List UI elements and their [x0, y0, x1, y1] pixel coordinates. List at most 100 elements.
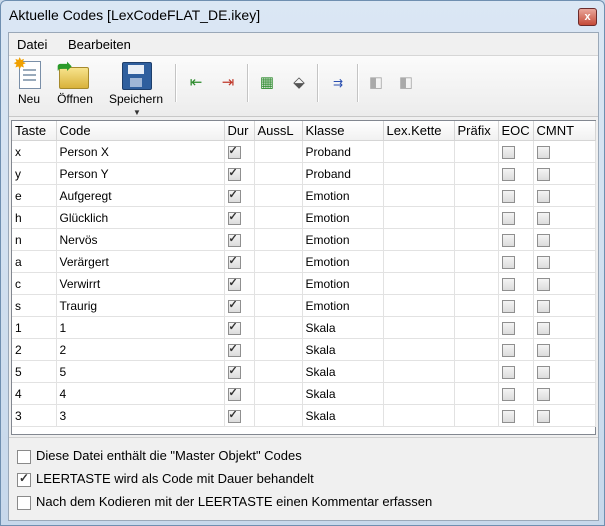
dur-checkbox[interactable]: [227, 166, 241, 181]
cell-cmnt[interactable]: [533, 272, 596, 295]
eraser-icon[interactable]: ⬙: [288, 72, 310, 94]
cell-taste[interactable]: e: [12, 184, 57, 207]
cmnt-checkbox[interactable]: [536, 255, 550, 269]
menu-datei[interactable]: Datei: [17, 37, 47, 52]
cell-code[interactable]: Glücklich: [56, 206, 225, 229]
eoc-checkbox[interactable]: [501, 299, 515, 313]
cell-taste[interactable]: c: [12, 272, 57, 295]
cell-cmnt[interactable]: [533, 184, 596, 207]
cell-cmnt[interactable]: [533, 338, 596, 361]
dur-checkbox[interactable]: [227, 276, 241, 291]
col-header-cmnt[interactable]: CMNT: [533, 121, 596, 141]
cell-eoc[interactable]: [498, 404, 534, 427]
cell-taste[interactable]: x: [12, 140, 57, 163]
cmnt-checkbox[interactable]: [536, 299, 550, 313]
cell-lexkette[interactable]: [383, 228, 455, 251]
dur-checkbox[interactable]: [227, 320, 241, 335]
col-header-lexkette[interactable]: Lex.Kette: [383, 121, 455, 141]
cell-dur[interactable]: [224, 404, 255, 427]
delete-row-icon[interactable]: ⇥: [217, 72, 239, 94]
cell-code[interactable]: Verwirrt: [56, 272, 225, 295]
eoc-checkbox[interactable]: [501, 387, 515, 401]
save-button[interactable]: Speichern ▼: [106, 58, 166, 117]
table-row[interactable]: 44 Skala: [12, 382, 596, 405]
cell-cmnt[interactable]: [533, 360, 596, 383]
cell-lexkette[interactable]: [383, 404, 455, 427]
cell-praefix[interactable]: [454, 250, 499, 273]
cell-eoc[interactable]: [498, 360, 534, 383]
cell-dur[interactable]: [224, 316, 255, 339]
cell-klasse[interactable]: Skala: [302, 360, 384, 383]
cell-praefix[interactable]: [454, 162, 499, 185]
table-row[interactable]: xPerson X Proband: [12, 140, 596, 163]
eoc-checkbox[interactable]: [501, 145, 515, 159]
cell-taste[interactable]: y: [12, 162, 57, 185]
cell-lexkette[interactable]: [383, 294, 455, 317]
cmnt-checkbox[interactable]: [536, 321, 550, 335]
dur-checkbox[interactable]: [227, 254, 241, 269]
dur-checkbox[interactable]: [227, 408, 241, 423]
cell-praefix[interactable]: [454, 184, 499, 207]
dur-checkbox[interactable]: [227, 342, 241, 357]
eoc-checkbox[interactable]: [501, 277, 515, 291]
cell-eoc[interactable]: [498, 338, 534, 361]
cmnt-checkbox[interactable]: [536, 211, 550, 225]
table-row[interactable]: hGlücklich Emotion: [12, 206, 596, 229]
cell-taste[interactable]: 3: [12, 404, 57, 427]
eoc-checkbox[interactable]: [501, 233, 515, 247]
cell-eoc[interactable]: [498, 228, 534, 251]
eoc-checkbox[interactable]: [501, 321, 515, 335]
cmnt-checkbox[interactable]: [536, 167, 550, 181]
cmnt-checkbox[interactable]: [536, 387, 550, 401]
cell-aussl[interactable]: [254, 360, 303, 383]
eoc-checkbox[interactable]: [501, 365, 515, 379]
cell-klasse[interactable]: Skala: [302, 316, 384, 339]
cell-aussl[interactable]: [254, 316, 303, 339]
cell-eoc[interactable]: [498, 382, 534, 405]
cmnt-checkbox[interactable]: [536, 189, 550, 203]
column-arrows-icon[interactable]: ⇉: [327, 72, 349, 94]
cell-dur[interactable]: [224, 294, 255, 317]
table-row[interactable]: 22 Skala: [12, 338, 596, 361]
dur-checkbox[interactable]: [227, 386, 241, 401]
cell-eoc[interactable]: [498, 250, 534, 273]
cell-praefix[interactable]: [454, 140, 499, 163]
cmnt-checkbox[interactable]: [536, 145, 550, 159]
cell-klasse[interactable]: Emotion: [302, 184, 384, 207]
table-row[interactable]: nNervös Emotion: [12, 228, 596, 251]
cell-lexkette[interactable]: [383, 140, 455, 163]
cell-cmnt[interactable]: [533, 294, 596, 317]
space-comment-option[interactable]: Nach dem Kodieren mit der LEERTASTE eine…: [17, 494, 432, 510]
cell-dur[interactable]: [224, 360, 255, 383]
cell-lexkette[interactable]: [383, 206, 455, 229]
cmnt-checkbox[interactable]: [536, 409, 550, 423]
space-duration-checkbox[interactable]: [17, 471, 31, 487]
cell-taste[interactable]: 2: [12, 338, 57, 361]
cell-eoc[interactable]: [498, 162, 534, 185]
cell-aussl[interactable]: [254, 228, 303, 251]
cell-aussl[interactable]: [254, 382, 303, 405]
cell-cmnt[interactable]: [533, 140, 596, 163]
cell-praefix[interactable]: [454, 338, 499, 361]
cell-lexkette[interactable]: [383, 250, 455, 273]
cell-eoc[interactable]: [498, 316, 534, 339]
cell-dur[interactable]: [224, 338, 255, 361]
cmnt-checkbox[interactable]: [536, 365, 550, 379]
cell-dur[interactable]: [224, 250, 255, 273]
eoc-checkbox[interactable]: [501, 189, 515, 203]
eoc-checkbox[interactable]: [501, 343, 515, 357]
cell-eoc[interactable]: [498, 140, 534, 163]
cell-praefix[interactable]: [454, 360, 499, 383]
table-row[interactable]: 11 Skala: [12, 316, 596, 339]
table-row[interactable]: aVerärgert Emotion: [12, 250, 596, 273]
cell-code[interactable]: Person X: [56, 140, 225, 163]
cell-aussl[interactable]: [254, 206, 303, 229]
cell-klasse[interactable]: Proband: [302, 162, 384, 185]
cell-klasse[interactable]: Emotion: [302, 206, 384, 229]
cell-code[interactable]: Verärgert: [56, 250, 225, 273]
dur-checkbox[interactable]: [227, 364, 241, 379]
cmnt-checkbox[interactable]: [536, 343, 550, 357]
cell-taste[interactable]: a: [12, 250, 57, 273]
table-row[interactable]: cVerwirrt Emotion: [12, 272, 596, 295]
cell-dur[interactable]: [224, 228, 255, 251]
